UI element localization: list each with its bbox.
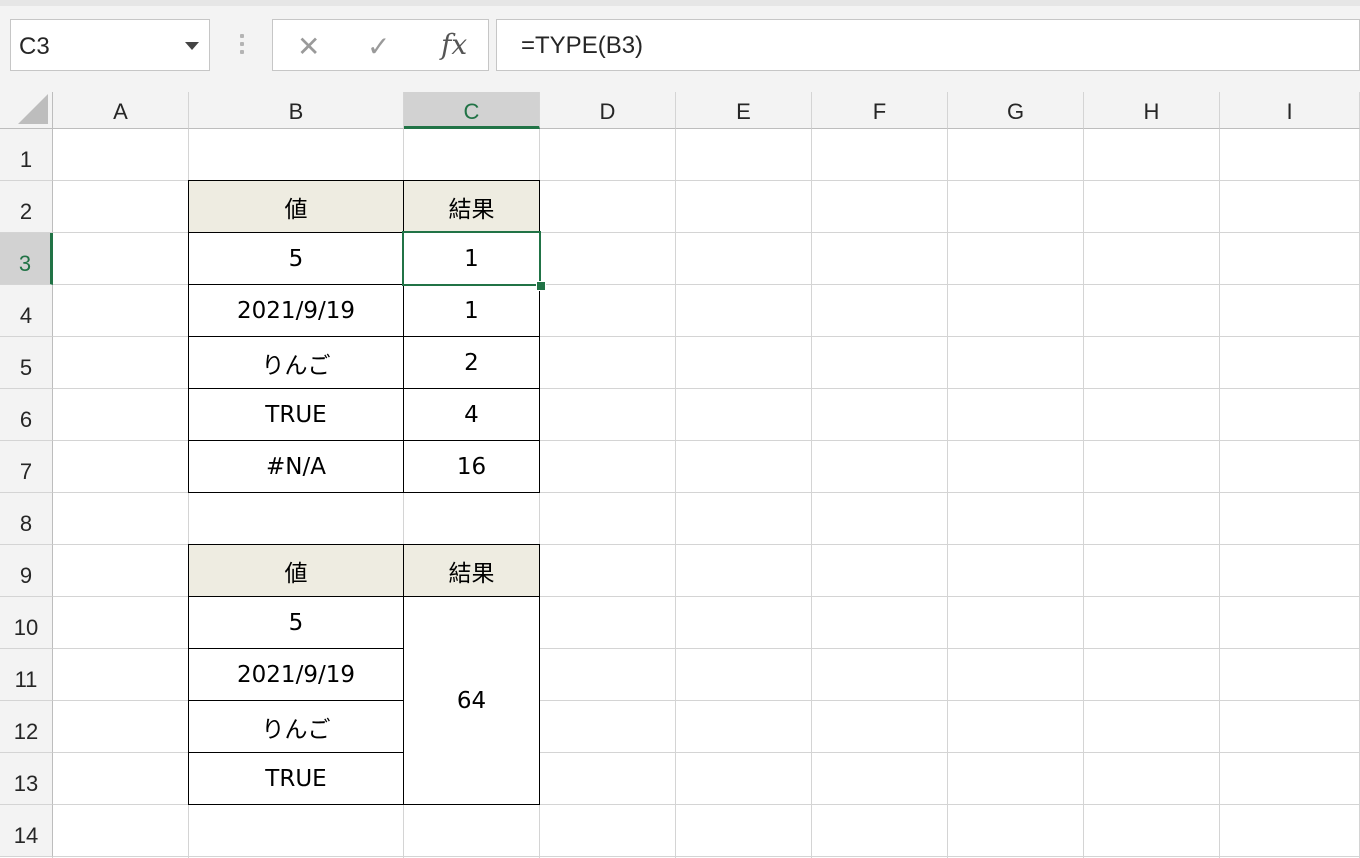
grid-line-vertical [811, 129, 812, 858]
row-header-9[interactable]: 9 [0, 545, 53, 597]
row-header-3[interactable]: 3 [0, 233, 53, 285]
formula-bar-area: C3 ✕ ✓ fx =TYPE(B3) [0, 0, 1360, 92]
row-header-6[interactable]: 6 [0, 389, 53, 441]
table1-header-value[interactable]: 値 [188, 180, 404, 233]
row-header-12[interactable]: 12 [0, 701, 53, 753]
table1-header-result[interactable]: 結果 [403, 180, 540, 233]
grid-line-vertical [675, 129, 676, 858]
insert-function-icon[interactable]: fx [441, 28, 467, 61]
row-header-7[interactable]: 7 [0, 441, 53, 493]
column-header-a[interactable]: A [53, 92, 189, 129]
column-header-h[interactable]: H [1084, 92, 1220, 129]
formula-buttons: ✕ ✓ fx [272, 19, 489, 71]
table2-value-cell[interactable]: TRUE [188, 752, 404, 805]
row-header-1[interactable]: 1 [0, 129, 53, 181]
name-box-text: C3 [19, 33, 50, 60]
table1-value-cell[interactable]: りんご [188, 336, 404, 389]
active-cell-selection[interactable] [402, 231, 541, 286]
grid-line-vertical [1219, 129, 1220, 858]
column-header-f[interactable]: F [812, 92, 948, 129]
chevron-down-icon[interactable] [185, 42, 199, 50]
table2-header-value[interactable]: 値 [188, 544, 404, 597]
table1-result-cell[interactable]: 2 [403, 336, 540, 389]
column-header-i[interactable]: I [1220, 92, 1360, 129]
table1-result-cell[interactable]: 16 [403, 440, 540, 493]
column-header-d[interactable]: D [540, 92, 676, 129]
cancel-icon[interactable]: ✕ [297, 30, 320, 63]
table1-value-cell[interactable]: 2021/9/19 [188, 284, 404, 337]
grid-line-vertical [1083, 129, 1084, 858]
grid-line-vertical [947, 129, 948, 858]
row-header-14[interactable]: 14 [0, 805, 53, 857]
grip-icon[interactable] [240, 34, 244, 58]
column-header-g[interactable]: G [948, 92, 1084, 129]
table2-merged-result-cell[interactable]: 64 [403, 596, 540, 805]
table2-header-result[interactable]: 結果 [403, 544, 540, 597]
table2-value-cell[interactable]: 5 [188, 596, 404, 649]
fill-handle[interactable] [536, 281, 546, 291]
name-box[interactable]: C3 [10, 19, 210, 71]
row-header-5[interactable]: 5 [0, 337, 53, 389]
table1-value-cell[interactable]: #N/A [188, 440, 404, 493]
formula-input[interactable]: =TYPE(B3) [496, 19, 1360, 71]
column-header-b[interactable]: B [189, 92, 404, 129]
table1-value-cell[interactable]: 5 [188, 232, 404, 285]
row-header-11[interactable]: 11 [0, 649, 53, 701]
worksheet-grid[interactable]: A B C D E F G H I 1 2 3 4 5 6 7 8 9 10 11 12 13 14 値結果 5 1 2021/9/… [0, 92, 1360, 858]
column-header-c[interactable]: C [404, 92, 540, 129]
row-header-4[interactable]: 4 [0, 285, 53, 337]
table2-value-cell[interactable]: 2021/9/19 [188, 648, 404, 701]
row-header-10[interactable]: 10 [0, 597, 53, 649]
table1-value-cell[interactable]: TRUE [188, 388, 404, 441]
enter-icon[interactable]: ✓ [367, 30, 390, 63]
grid-line-horizontal [53, 856, 1360, 857]
column-header-e[interactable]: E [676, 92, 812, 129]
row-header-13[interactable]: 13 [0, 753, 53, 805]
select-all-corner[interactable] [0, 92, 53, 129]
row-header-8[interactable]: 8 [0, 493, 53, 545]
table1-result-cell[interactable]: 4 [403, 388, 540, 441]
formula-text: =TYPE(B3) [521, 32, 644, 59]
table1-result-cell[interactable]: 1 [403, 284, 540, 337]
table2-value-cell[interactable]: りんご [188, 700, 404, 753]
row-header-2[interactable]: 2 [0, 181, 53, 233]
